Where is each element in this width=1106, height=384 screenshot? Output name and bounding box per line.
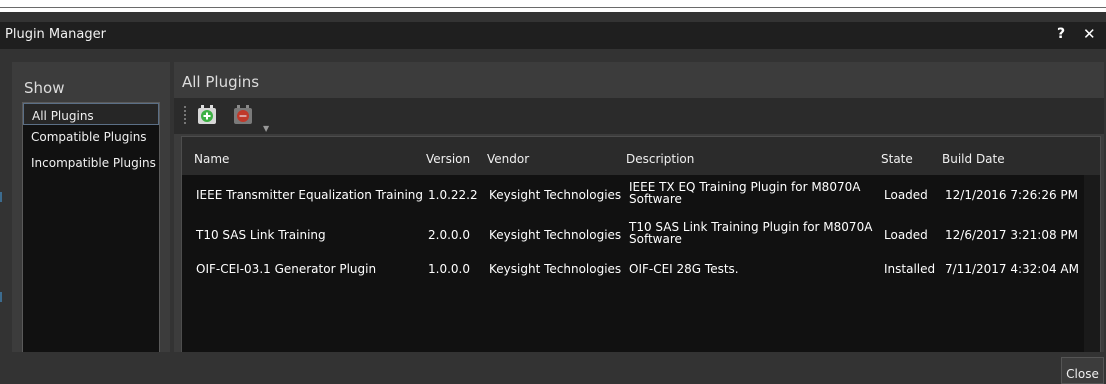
remove-plugin-icon <box>234 105 252 124</box>
title-bar: Plugin Manager ? ✕ <box>0 22 1106 49</box>
plugins-panel: All Plugins ▼ Name Version Vendor Descri… <box>174 62 1104 365</box>
plugins-table: Name Version Vendor Description State Bu… <box>181 136 1101 365</box>
toolbar-grip[interactable] <box>184 106 186 124</box>
cell-name: T10 SAS Link Training <box>196 228 326 242</box>
filter-item-label: All Plugins <box>32 109 94 123</box>
cell-version: 1.0.0.0 <box>428 262 470 276</box>
toolbar-overflow-icon[interactable]: ▼ <box>263 124 269 133</box>
add-plugin-button[interactable] <box>196 104 218 126</box>
window-title: Plugin Manager <box>5 27 106 42</box>
plugin-toolbar: ▼ <box>174 98 1104 134</box>
close-button[interactable]: Close <box>1061 357 1104 384</box>
cell-name: OIF-CEI-03.1 Generator Plugin <box>196 262 377 276</box>
edge-marker <box>0 292 2 302</box>
table-row[interactable]: T10 SAS Link Training 2.0.0.0 Keysight T… <box>182 217 1084 247</box>
cell-build-date: 12/1/2016 7:26:26 PM <box>945 188 1079 202</box>
dialog-footer: Close <box>0 352 1106 384</box>
edge-marker <box>0 192 2 202</box>
filter-item-all-plugins[interactable]: All Plugins <box>23 103 159 125</box>
cell-description: IEEE TX EQ Training Plugin for M8070A So… <box>629 180 861 206</box>
show-panel-header: Show <box>24 79 65 97</box>
column-header-state[interactable]: State <box>881 152 913 166</box>
show-panel: Show All Plugins Compatible Plugins Inco… <box>12 62 170 364</box>
filter-item-incompatible-plugins[interactable]: Incompatible Plugins <box>23 151 159 173</box>
filter-item-label: Incompatible Plugins <box>31 156 156 170</box>
cell-state: Loaded <box>884 228 928 242</box>
table-vertical-scrollbar[interactable] <box>1084 175 1100 365</box>
add-plugin-icon <box>198 105 216 124</box>
cell-state: Loaded <box>884 188 928 202</box>
filter-item-label: Compatible Plugins <box>31 130 147 144</box>
column-header-description[interactable]: Description <box>626 152 694 166</box>
cell-version: 1.0.22.2 <box>428 188 478 202</box>
cell-vendor: Keysight Technologies <box>489 262 622 276</box>
column-header-vendor[interactable]: Vendor <box>487 152 529 166</box>
close-icon[interactable]: ✕ <box>1083 25 1096 43</box>
cell-description: T10 SAS Link Training Plugin for M8070A … <box>629 220 873 246</box>
cell-vendor: Keysight Technologies <box>489 228 622 242</box>
cell-version: 2.0.0.0 <box>428 228 470 242</box>
cell-description: OIF-CEI 28G Tests. <box>629 262 739 276</box>
cell-build-date: 7/11/2017 4:32:04 AM <box>945 262 1079 276</box>
filter-item-compatible-plugins[interactable]: Compatible Plugins <box>23 125 159 147</box>
remove-plugin-button[interactable] <box>232 104 254 126</box>
plugins-panel-header: All Plugins <box>182 73 260 91</box>
cell-name: IEEE Transmitter Equalization Training <box>196 188 424 202</box>
cell-build-date: 12/6/2017 3:21:08 PM <box>945 228 1079 242</box>
cell-vendor: Keysight Technologies <box>489 188 622 202</box>
show-filter-list: All Plugins Compatible Plugins Incompati… <box>22 102 160 356</box>
plugin-manager-dialog: Plugin Manager ? ✕ Show All Plugins Comp… <box>0 12 1106 384</box>
top-divider <box>0 0 1106 12</box>
help-icon[interactable]: ? <box>1057 26 1065 42</box>
cell-state: Installed <box>884 262 936 276</box>
table-row[interactable]: IEEE Transmitter Equalization Training 1… <box>182 177 1084 207</box>
table-row[interactable]: OIF-CEI-03.1 Generator Plugin 1.0.0.0 Ke… <box>182 251 1084 281</box>
column-header-name[interactable]: Name <box>194 152 229 166</box>
column-header-build-date[interactable]: Build Date <box>942 152 1005 166</box>
table-header: Name Version Vendor Description State Bu… <box>182 137 1100 175</box>
column-header-version[interactable]: Version <box>426 152 470 166</box>
